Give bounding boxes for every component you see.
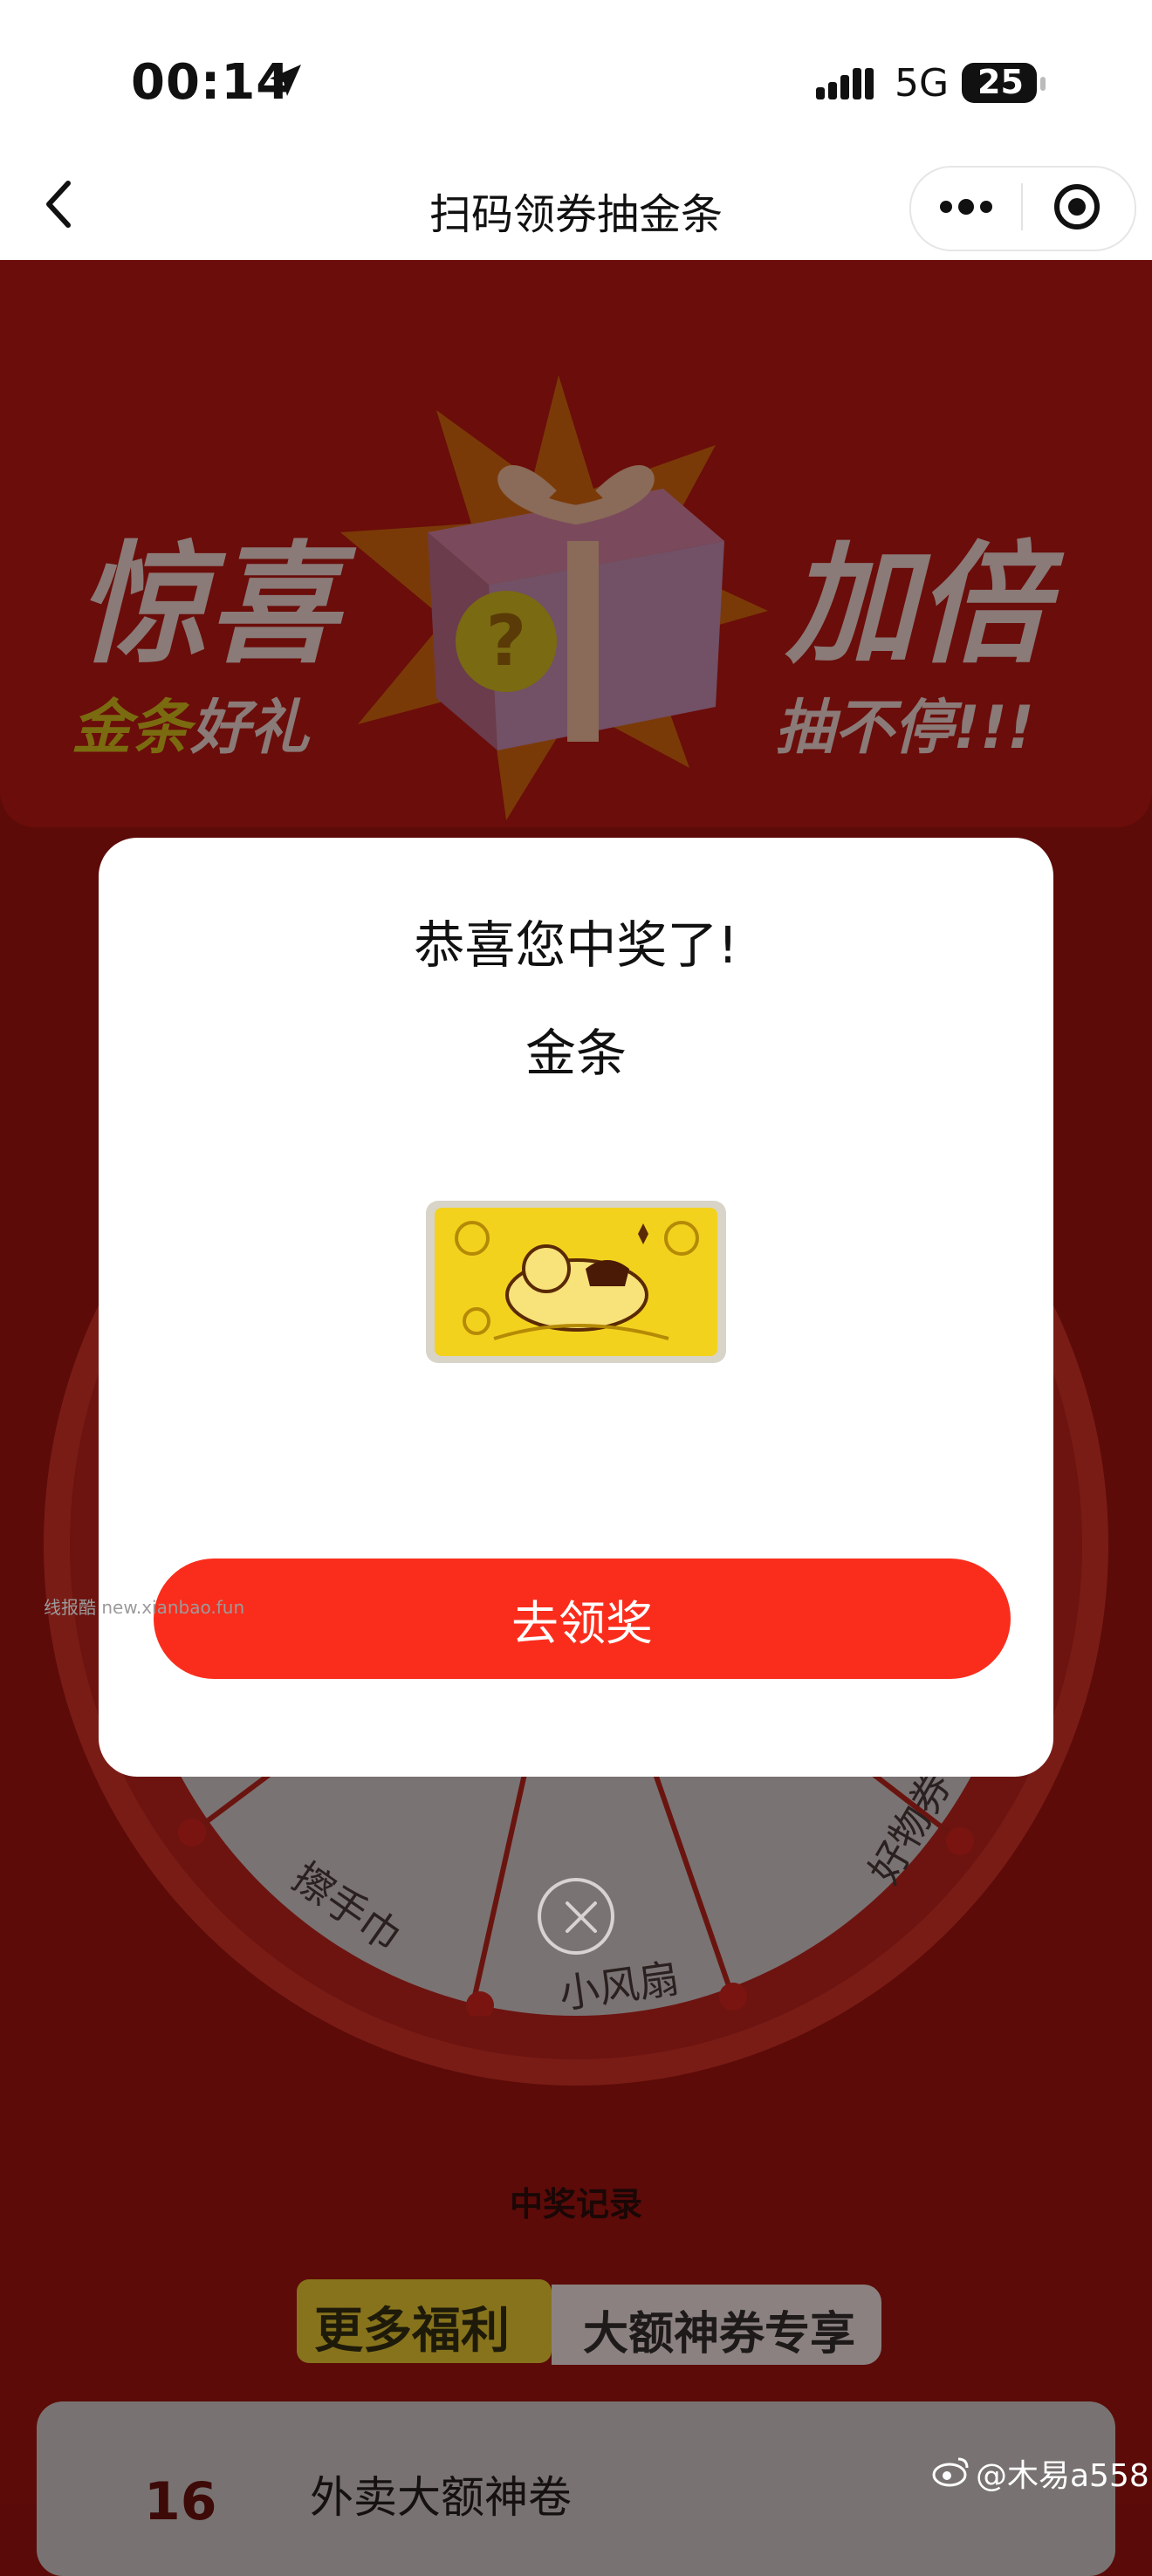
banner-left-subline: 金条好礼	[72, 679, 309, 765]
attribution-text: @木易a558	[976, 2458, 1149, 2494]
network-type: 5G	[895, 61, 950, 106]
close-x-icon	[566, 1901, 597, 1933]
more-dots-icon[interactable]	[937, 194, 995, 220]
modal-title: 恭喜您中奖了!	[414, 915, 738, 975]
close-miniprogram-icon[interactable]	[1053, 182, 1101, 231]
coupon-title: 外卖大额神卷	[310, 2472, 572, 2523]
big-coupon-label: 大额神券专享	[583, 2308, 856, 2360]
signal-icon	[816, 68, 874, 99]
banner-gold-suffix: 好礼	[190, 694, 310, 763]
prize-record-link[interactable]: 中奖记录	[0, 2177, 1152, 2225]
battery-cap	[1040, 77, 1046, 91]
banner-right-subline: 抽不停!!!	[775, 694, 1035, 763]
capsule-divider	[1021, 183, 1023, 230]
more-benefits-label: 更多福利	[314, 2303, 510, 2360]
coupon-amount: 16	[144, 2471, 217, 2532]
gold-bar-image	[426, 1201, 726, 1363]
location-arrow-icon	[270, 65, 301, 96]
prize-name: 金条	[525, 1024, 627, 1083]
modal-close-button[interactable]	[538, 1878, 614, 1955]
weibo-logo-icon	[932, 2457, 969, 2487]
banner-right-headline: 加倍	[785, 530, 1048, 682]
banner-gold-word: 金条	[72, 694, 191, 763]
gift-box-icon: ?	[428, 465, 724, 750]
battery-level: 25	[977, 63, 1024, 101]
banner-left-headline: 惊喜	[77, 530, 339, 682]
claim-prize-button[interactable]: 去领奖	[154, 1559, 1011, 1679]
svg-text:?: ?	[486, 600, 526, 682]
watermark-text: 线报酷 new.xianbao.fun	[44, 1597, 245, 1618]
